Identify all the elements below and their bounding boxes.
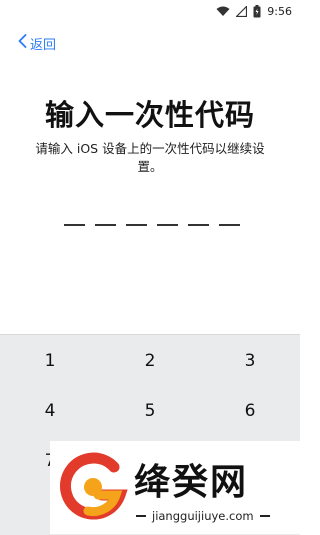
key-2[interactable]: 2 [120,341,180,381]
key-3[interactable]: 3 [220,341,280,381]
code-slot-4 [157,224,178,226]
battery-icon [253,4,261,18]
status-bar: 9:56 [0,0,300,22]
page-subtitle: 请输入 iOS 设备上的一次性代码以继续设置。 [35,141,265,174]
back-button[interactable]: 返回 [18,34,57,53]
watermark-url: jiangguijiuye.com [152,509,254,523]
key-5[interactable]: 5 [120,391,180,431]
chevron-left-icon [18,34,27,52]
signal-icon [236,5,248,17]
wifi-icon [216,6,230,17]
page-title: 输入一次性代码 [44,98,255,132]
watermark-logo-icon [60,452,128,520]
divider [259,515,270,517]
status-time: 9:56 [267,4,292,18]
back-label: 返回 [30,37,57,53]
code-input[interactable] [64,224,240,228]
key-6[interactable]: 6 [220,391,280,431]
key-1[interactable]: 1 [20,341,80,381]
code-slot-2 [95,224,116,226]
divider [136,515,146,517]
key-4[interactable]: 4 [20,391,80,431]
code-slot-5 [188,224,209,226]
watermark-url-row: jiangguijiuye.com [136,509,270,523]
code-slot-1 [64,224,85,226]
code-slot-6 [219,224,240,226]
code-slot-3 [126,224,147,226]
watermark-brand: 绛癸网 [134,462,249,503]
watermark: 绛癸网 jiangguijiuye.com [50,441,300,534]
